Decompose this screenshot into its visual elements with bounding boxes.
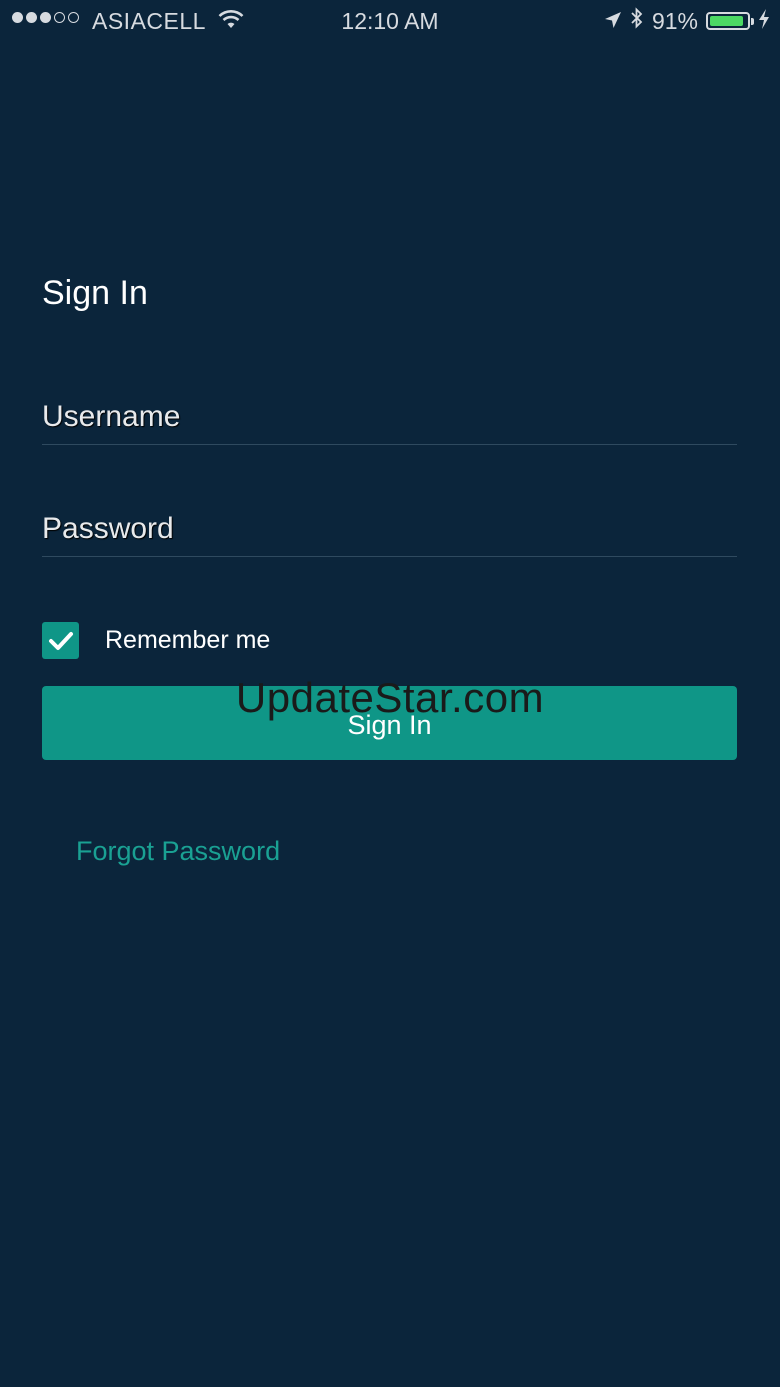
sign-in-button[interactable]: Sign In [42,686,737,760]
battery-percent: 91% [651,7,698,34]
forgot-password-link[interactable]: Forgot Password [76,836,280,867]
battery-icon [706,12,754,30]
location-arrow-icon [604,8,622,35]
remember-me-toggle[interactable]: Remember me [42,622,270,659]
charging-bolt-icon [758,8,770,35]
remember-me-label: Remember me [105,626,271,654]
username-input[interactable] [42,392,737,442]
bluetooth-icon [630,6,644,36]
remember-me-checkbox[interactable] [42,622,79,659]
password-field-container [42,504,737,557]
checkmark-icon [48,631,73,650]
page-title: Sign In [42,274,148,312]
password-input[interactable] [42,504,737,554]
username-field-container [42,392,737,445]
status-bar: ASIACELL 12:10 AM 91% [0,0,780,44]
